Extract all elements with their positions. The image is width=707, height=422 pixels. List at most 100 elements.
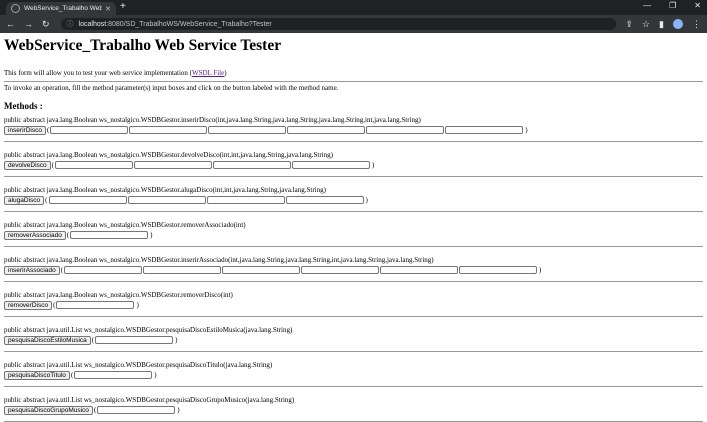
parameter-input[interactable]: [50, 126, 129, 134]
reload-icon[interactable]: ↻: [42, 19, 50, 30]
intro-text: This form will allow you to test your we…: [4, 69, 227, 77]
close-window-button[interactable]: ✕: [694, 1, 701, 10]
open-paren: (: [46, 126, 50, 134]
method-signature: public abstract java.lang.Boolean ws_nos…: [4, 221, 246, 229]
method-block: public abstract java.lang.Boolean ws_nos…: [4, 256, 703, 282]
method-signature: public abstract java.lang.Boolean ws_nos…: [4, 151, 333, 159]
address-bar[interactable]: ⓘ localhost:8080/SD_TrabalhoWS/WebServic…: [60, 18, 617, 30]
open-paren: (: [91, 336, 95, 344]
parameter-input[interactable]: [301, 266, 380, 274]
parameter-input[interactable]: [285, 196, 364, 204]
method-separator: [4, 351, 703, 352]
parameter-input[interactable]: [292, 161, 371, 169]
methods-heading: Methods :: [4, 101, 43, 111]
method-signature: public abstract java.lang.Boolean ws_nos…: [4, 186, 326, 194]
parameter-input[interactable]: [64, 266, 143, 274]
parameter-input[interactable]: [129, 126, 208, 134]
method-input-row: removerDisco(): [4, 300, 703, 310]
method-input-row: pesquisaDiscoEstiloMusica(): [4, 335, 703, 345]
open-paren: (: [51, 161, 55, 169]
window-controls: — ❐ ✕: [643, 1, 701, 10]
back-arrow-icon[interactable]: ←: [6, 19, 15, 29]
open-paren: (: [60, 266, 64, 274]
method-separator: [4, 211, 703, 212]
sidebar-icon[interactable]: ▮: [659, 19, 664, 30]
alugaDisco-button[interactable]: alugaDisco: [4, 195, 45, 205]
method-separator: [4, 176, 703, 177]
menu-dots-icon[interactable]: ⋮: [692, 19, 701, 30]
method-signature: public abstract java.util.List ws_nostal…: [4, 361, 273, 369]
parameter-input[interactable]: [287, 126, 366, 134]
method-input-row: removerAssociado(): [4, 230, 703, 240]
method-block: public abstract java.lang.Boolean ws_nos…: [4, 221, 703, 247]
close-paren: ): [539, 266, 542, 274]
globe-icon: [11, 4, 20, 13]
parameter-input[interactable]: [97, 406, 176, 414]
info-icon[interactable]: ⓘ: [67, 19, 74, 29]
inserirDisco-button[interactable]: inserirDisco: [4, 125, 46, 135]
parameter-input[interactable]: [55, 161, 134, 169]
open-paren: (: [70, 371, 74, 379]
parameter-input[interactable]: [95, 336, 174, 344]
parameter-input[interactable]: [56, 301, 135, 309]
wsdl-file-link[interactable]: WSDL File: [192, 69, 224, 77]
parameter-input[interactable]: [206, 196, 285, 204]
pesquisaDiscoGrupoMusico-button[interactable]: pesquisaDiscoGrupoMusico: [4, 405, 93, 415]
pesquisaDiscoTitulo-button[interactable]: pesquisaDiscoTitulo: [4, 370, 70, 380]
maximize-button[interactable]: ❐: [669, 1, 676, 10]
method-input-row: devolveDisco(): [4, 160, 703, 170]
page-content: WebService_Trabalho Web Service Tester T…: [0, 37, 707, 422]
method-input-row: pesquisaDiscoTitulo(): [4, 370, 703, 380]
close-paren: ): [154, 371, 157, 379]
method-block: public abstract java.lang.Boolean ws_nos…: [4, 116, 703, 142]
parameter-input[interactable]: [380, 266, 459, 274]
removerAssociado-button[interactable]: removerAssociado: [4, 230, 66, 240]
removerDisco-button[interactable]: removerDisco: [4, 300, 53, 310]
browser-toolbar: ← → ↻ ⓘ localhost:8080/SD_TrabalhoWS/Web…: [0, 15, 707, 33]
profile-avatar-icon[interactable]: [673, 19, 683, 29]
browser-tab[interactable]: WebService_Trabalho Web Servic ✕: [6, 2, 116, 15]
close-paren: ): [136, 301, 139, 309]
parameter-input[interactable]: [213, 161, 292, 169]
method-input-row: inserirAssociado(): [4, 265, 703, 275]
page-title: WebService_Trabalho Web Service Tester: [4, 37, 282, 54]
methods-list: public abstract java.lang.Boolean ws_nos…: [4, 116, 703, 422]
method-separator: [4, 246, 703, 247]
close-paren: ): [372, 161, 375, 169]
url-path: :8080/SD_TrabalhoWS/WebService_Trabalho?…: [106, 20, 272, 28]
pesquisaDiscoEstiloMusica-button[interactable]: pesquisaDiscoEstiloMusica: [4, 335, 91, 345]
url-text: localhost:8080/SD_TrabalhoWS/WebService_…: [79, 21, 272, 28]
parameter-input[interactable]: [74, 371, 153, 379]
parameter-input[interactable]: [134, 161, 213, 169]
parameter-input[interactable]: [48, 196, 127, 204]
parameter-input[interactable]: [70, 231, 149, 239]
parameter-input[interactable]: [445, 126, 524, 134]
parameter-input[interactable]: [222, 266, 301, 274]
parameter-input[interactable]: [459, 266, 538, 274]
tab-close-icon[interactable]: ✕: [105, 5, 111, 13]
open-paren: (: [66, 231, 70, 239]
inserirAssociado-button[interactable]: inserirAssociado: [4, 265, 60, 275]
parameter-input[interactable]: [143, 266, 222, 274]
devolveDisco-button[interactable]: devolveDisco: [4, 160, 51, 170]
method-signature: public abstract java.util.List ws_nostal…: [4, 326, 293, 334]
instructions-text: To invoke an operation, fill the method …: [4, 84, 339, 92]
method-separator: [4, 281, 703, 282]
forward-arrow-icon[interactable]: →: [24, 19, 33, 29]
open-paren: (: [45, 196, 48, 204]
close-paren: ): [150, 231, 153, 239]
minimize-button[interactable]: —: [643, 1, 651, 10]
bookmark-star-icon[interactable]: ☆: [642, 19, 650, 30]
method-separator: [4, 386, 703, 387]
parameter-input[interactable]: [366, 126, 445, 134]
new-tab-button[interactable]: +: [120, 1, 126, 12]
open-paren: (: [53, 301, 56, 309]
method-signature: public abstract java.util.List ws_nostal…: [4, 396, 295, 404]
share-icon[interactable]: ⇪: [625, 19, 633, 30]
parameter-input[interactable]: [127, 196, 206, 204]
url-host: localhost: [78, 20, 107, 28]
parameter-input[interactable]: [208, 126, 287, 134]
method-block: public abstract java.util.List ws_nostal…: [4, 396, 703, 422]
divider: [4, 81, 703, 82]
method-block: public abstract java.lang.Boolean ws_nos…: [4, 291, 703, 317]
